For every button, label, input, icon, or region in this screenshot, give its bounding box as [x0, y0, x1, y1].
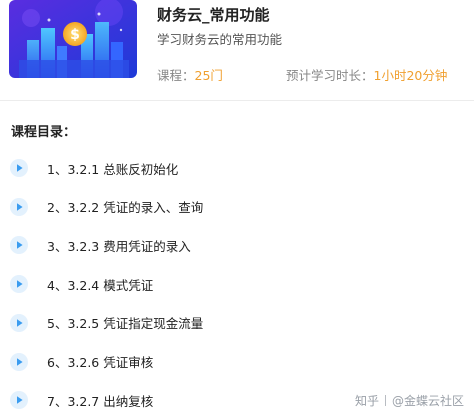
play-icon[interactable] [10, 313, 28, 332]
course-thumbnail[interactable]: $ [9, 0, 137, 78]
course-subtitle: 学习财务云的常用功能 [157, 32, 283, 47]
course-title: 财务云_常用功能 [157, 6, 270, 24]
divider [0, 100, 474, 101]
duration-value: 1小时20分钟 [373, 68, 448, 83]
finance-illustration-icon: $ [9, 0, 137, 78]
course-page: $ 财务云_常用功能 学习财务云的常用功能 课程：25门 预计学习时长：1小时2… [0, 0, 474, 415]
lessons-label: 课程： [157, 68, 195, 83]
lessons-count: 课程：25门 [157, 65, 223, 84]
watermark-separator [384, 395, 386, 406]
play-icon[interactable] [10, 352, 28, 371]
catalog-item-label: 6、3.2.6 凭证审核 [47, 355, 154, 370]
play-icon[interactable] [10, 391, 28, 410]
watermark-site: 知乎 [354, 394, 379, 408]
play-icon[interactable] [10, 275, 28, 294]
watermark-author: @金蝶云社区 [391, 394, 464, 408]
catalog-item-label: 2、3.2.2 凭证的录入、查询 [47, 200, 204, 216]
lessons-value: 25门 [194, 68, 223, 83]
catalog-item[interactable]: 4、3.2.4 模式凭证 [0, 266, 474, 302]
catalog-item[interactable]: 2、3.2.2 凭证的录入、查询 [0, 189, 474, 225]
catalog-item[interactable]: 6、3.2.6 凭证审核 [0, 344, 474, 380]
course-header: $ 财务云_常用功能 学习财务云的常用功能 课程：25门 预计学习时长：1小时2… [0, 0, 474, 100]
play-icon[interactable] [10, 236, 28, 255]
catalog-item-label: 3、3.2.3 费用凭证的录入 [47, 238, 191, 254]
catalog-item[interactable]: 5、3.2.5 凭证指定现金流量 [0, 305, 474, 341]
catalog-item-label: 1、3.2.1 总账反初始化 [47, 161, 179, 177]
catalog-item[interactable]: 1、3.2.1 总账反初始化 [0, 150, 474, 186]
catalog-item[interactable]: 3、3.2.3 费用凭证的录入 [0, 227, 474, 263]
play-icon[interactable] [10, 197, 28, 216]
study-duration: 预计学习时长：1小时20分钟 [286, 65, 447, 84]
play-icon[interactable] [10, 159, 28, 177]
catalog-item-label: 7、3.2.7 出纳复核 [47, 393, 154, 409]
duration-label: 预计学习时长： [286, 68, 374, 83]
catalog-title: 课程目录： [11, 125, 77, 140]
svg-text:$: $ [70, 27, 80, 43]
catalog-item-label: 5、3.2.5 凭证指定现金流量 [47, 316, 204, 332]
catalog-item-label: 4、3.2.4 模式凭证 [47, 277, 154, 293]
watermark: 知乎 @金蝶云社区 [355, 392, 464, 409]
